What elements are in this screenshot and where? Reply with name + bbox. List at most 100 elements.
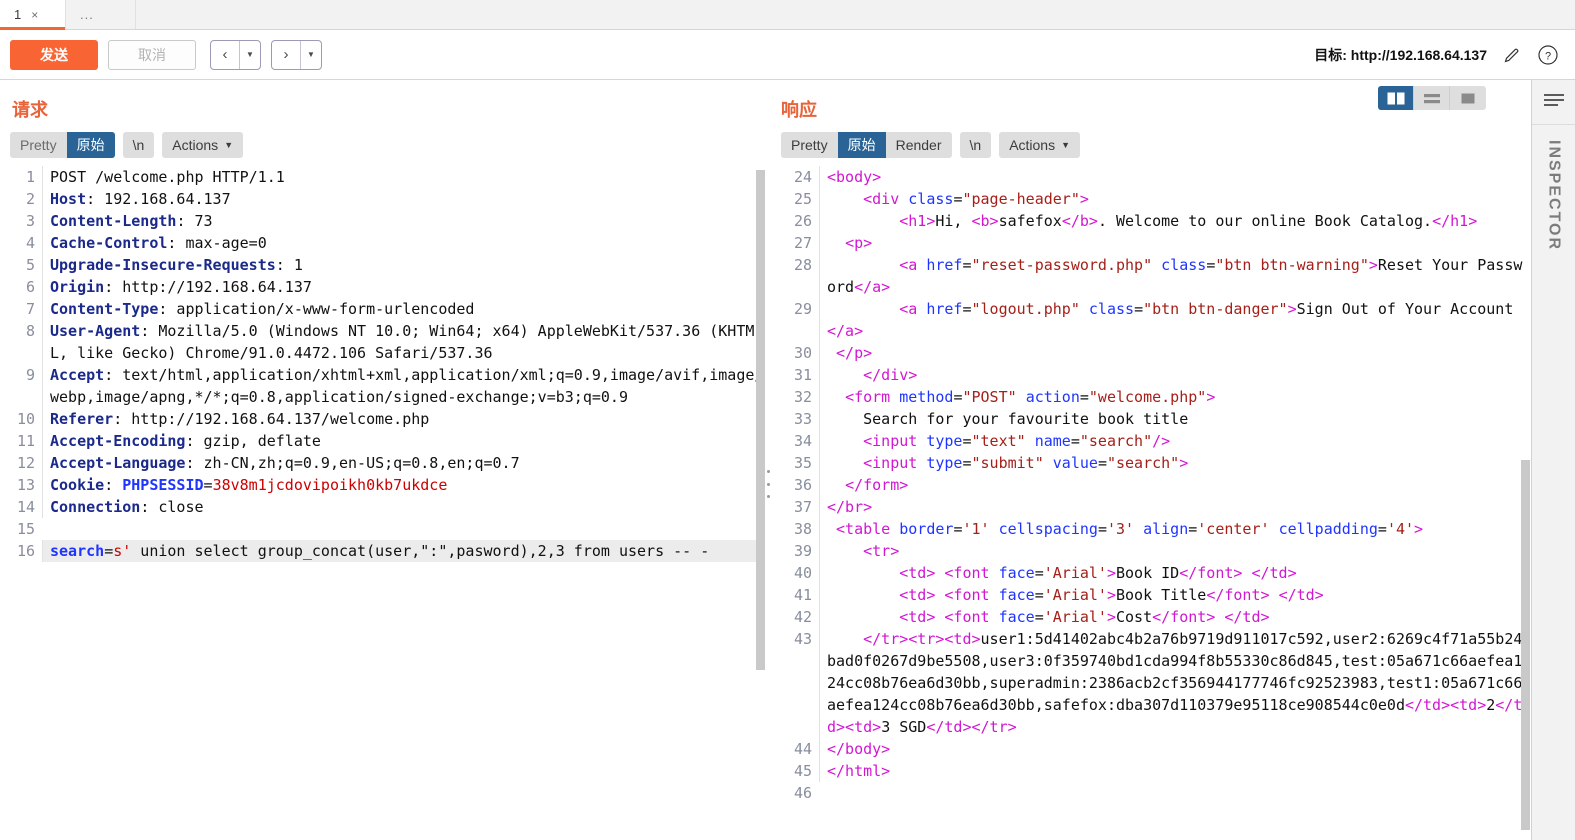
code-line-text[interactable]: User-Agent: Mozilla/5.0 (Windows NT 10.0… [42,320,765,364]
code-line-text[interactable]: <p> [819,232,1531,254]
line-number: 38 [793,520,812,538]
code-line-text[interactable]: Referer: http://192.168.64.137/welcome.p… [42,408,765,430]
tab-label: 1 [14,7,22,22]
code-line-text[interactable]: Origin: http://192.168.64.137 [42,276,765,298]
code-line-text[interactable]: search=s' union select group_concat(user… [42,540,765,562]
code-line-text[interactable]: </tr><tr><td>user1:5d41402abc4b2a76b9719… [819,628,1531,738]
pencil-icon[interactable] [1501,44,1523,66]
code-line-text[interactable]: <table border='1' cellspacing='3' align=… [819,518,1531,540]
line-number: 36 [793,476,812,494]
request-vertical-scrollbar[interactable] [756,170,765,670]
response-tab-render[interactable]: Render [886,132,952,158]
code-line: 43 </tr><tr><td>user1:5d41402abc4b2a76b9… [771,628,1531,738]
prev-request-group[interactable]: ‹ ▼ [210,39,261,70]
line-number: 13 [16,476,35,494]
request-tab-raw[interactable]: 原始 [66,132,115,158]
code-line-text[interactable]: <input type="text" name="search"/> [819,430,1531,452]
code-line: 8 User-Agent: Mozilla/5.0 (Windows NT 10.… [0,320,765,364]
code-line: 7 Content-Type: application/x-www-form-ur… [0,298,765,320]
code-line-text[interactable]: Cache-Control: max-age=0 [42,232,765,254]
response-panel: 响应 Pretty 原始 Render \n Actions ▼ 24 <bod… [771,80,1531,840]
split-vertical-view-button[interactable] [1378,86,1414,110]
tab-item-more[interactable]: ... [66,0,136,29]
code-line: 9 Accept: text/html,application/xhtml+xml… [0,364,765,408]
request-tab-pretty[interactable]: Pretty [10,132,67,158]
code-line-text[interactable]: <body> [819,166,1531,188]
help-icon[interactable]: ? [1537,44,1559,66]
code-line-text[interactable]: Cookie: PHPSESSID=38v8m1jcdovipoikh0kb7u… [42,474,765,496]
request-tab-newline[interactable]: \n [123,132,155,158]
code-line-text[interactable]: <div class="page-header"> [819,188,1531,210]
code-line-text[interactable]: Upgrade-Insecure-Requests: 1 [42,254,765,276]
chevron-left-icon[interactable]: ‹ [211,41,239,69]
code-line-text[interactable]: Content-Length: 73 [42,210,765,232]
target-area: 目标: http://192.168.64.137 ? [1314,44,1565,66]
code-line: 24 <body> [771,166,1531,188]
line-number: 5 [25,256,35,274]
send-button[interactable]: 发送 [10,39,98,70]
chevron-right-icon[interactable]: › [272,41,300,69]
line-number: 27 [793,234,812,252]
line-number: 16 [0,540,42,562]
code-line-text[interactable]: <a href="reset-password.php" class="btn … [819,254,1531,298]
inspector-label[interactable]: INSPECTOR [1545,140,1563,251]
code-line-text[interactable]: Content-Type: application/x-www-form-url… [42,298,765,320]
code-line-text[interactable]: <td> <font face='Arial'>Book ID</font> <… [819,562,1531,584]
code-line-text[interactable]: Accept-Language: zh-CN,zh;q=0.9,en-US;q=… [42,452,765,474]
code-line-text[interactable]: <td> <font face='Arial'>Book Title</font… [819,584,1531,606]
code-line: 5 Upgrade-Insecure-Requests: 1 [0,254,765,276]
code-line-text[interactable]: <tr> [819,540,1531,562]
code-line-text[interactable]: </p> [819,342,1531,364]
line-number: 14 [16,498,35,516]
code-line-text[interactable]: <form method="POST" action="welcome.php"… [819,386,1531,408]
code-line-text[interactable]: </div> [819,364,1531,386]
request-code-area[interactable]: 1 POST /welcome.php HTTP/1.1 2 Host: 192.16… [0,166,765,840]
code-line-text[interactable]: </br> [819,496,1531,518]
code-line-text[interactable]: Accept: text/html,application/xhtml+xml,… [42,364,765,408]
code-line: 12 Accept-Language: zh-CN,zh;q=0.9,en-US;… [0,452,765,474]
next-request-group[interactable]: › ▼ [271,39,322,70]
close-icon[interactable]: × [31,8,38,22]
response-tab-raw[interactable]: 原始 [837,132,886,158]
tab-item-1[interactable]: 1 × [0,0,66,30]
response-code-area[interactable]: 24 <body> 25 <div class="page-header"> 26 <… [771,166,1531,840]
line-number: 43 [793,630,812,648]
response-tab-newline[interactable]: \n [960,132,992,158]
code-line: 13 Cookie: PHPSESSID=38v8m1jcdovipoikh0kb… [0,474,765,496]
request-format-segment: Pretty 原始 [10,132,115,158]
code-line: 10 Referer: http://192.168.64.137/welcome… [0,408,765,430]
line-number: 29 [793,300,812,318]
rail-divider [1532,124,1575,125]
single-pane-view-button[interactable] [1450,86,1486,110]
line-number: 8 [25,322,35,340]
code-line-text[interactable]: <input type="submit" value="search"> [819,452,1531,474]
code-line-text[interactable]: <a href="logout.php" class="btn btn-dang… [819,298,1531,342]
response-tab-pretty[interactable]: Pretty [781,132,838,158]
line-number: 10 [16,410,35,428]
line-number: 28 [793,256,812,274]
code-line-text[interactable]: </form> [819,474,1531,496]
request-actions-button[interactable]: Actions ▼ [162,132,244,158]
line-number: 15 [16,520,35,538]
code-line: 1 POST /welcome.php HTTP/1.1 [0,166,765,188]
hamburger-icon[interactable] [1544,94,1564,108]
code-line-text[interactable]: Host: 192.168.64.137 [42,188,765,210]
split-horizontal-view-button[interactable] [1414,86,1450,110]
response-vertical-scrollbar[interactable] [1521,460,1530,830]
code-line-text[interactable]: POST /welcome.php HTTP/1.1 [42,166,765,188]
code-line-text[interactable]: </html> [819,760,1531,782]
code-line-text[interactable]: </body> [819,738,1531,760]
response-actions-button[interactable]: Actions ▼ [999,132,1081,158]
code-line-text[interactable]: Accept-Encoding: gzip, deflate [42,430,765,452]
code-line-text[interactable]: Connection: close [42,496,765,518]
line-number: 25 [793,190,812,208]
chevron-down-icon-prev[interactable]: ▼ [240,41,260,69]
code-line: 31 </div> [771,364,1531,386]
code-line-text[interactable]: <td> <font face='Arial'>Cost</font> </td… [819,606,1531,628]
code-line: 25 <div class="page-header"> [771,188,1531,210]
code-line: 36 </form> [771,474,1531,496]
code-line-text[interactable]: Search for your favourite book title [819,408,1531,430]
cancel-button[interactable]: 取消 [108,39,196,70]
chevron-down-icon-next[interactable]: ▼ [301,41,321,69]
code-line-text[interactable]: <h1>Hi, <b>safefox</b>. Welcome to our o… [819,210,1531,232]
